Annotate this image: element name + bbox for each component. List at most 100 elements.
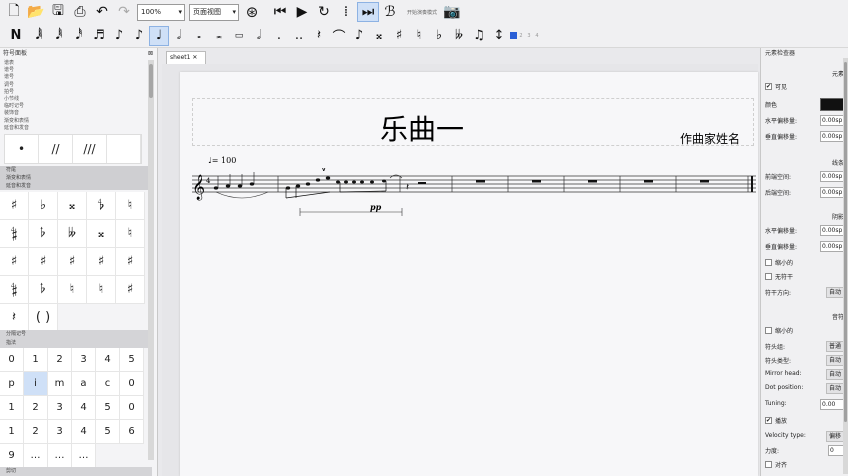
checkbox[interactable] (765, 461, 772, 468)
save-icon[interactable]: 🖫 (47, 2, 69, 22)
double-dot-icon[interactable]: .. (289, 26, 309, 46)
double-flat-icon[interactable]: 𝄫 (449, 26, 469, 46)
duration-32nd-icon[interactable]: 𝅘𝅥𝅰 (69, 26, 89, 46)
flat-icon[interactable]: ♭ (429, 26, 449, 46)
accidental-cell[interactable]: ♮ (116, 192, 145, 220)
fingering-cell[interactable]: i (24, 372, 48, 396)
dynamic-marking[interactable]: pp (370, 202, 382, 212)
duration-quarter-icon[interactable]: ♩ (149, 25, 169, 46)
no-stem-checkbox-row[interactable]: 无符干 (765, 272, 793, 281)
accidental-cell[interactable]: 𝄪 (58, 192, 87, 220)
color-swatch[interactable] (820, 98, 844, 111)
pan-icon[interactable]: ⁞ (335, 2, 357, 22)
voice-3-icon[interactable]: 3 (525, 26, 533, 46)
voice-2-icon[interactable]: 2 (517, 26, 525, 46)
fingering-cell[interactable]: c (96, 372, 120, 396)
palette-category[interactable]: 拍号 (4, 89, 157, 96)
double-sharp-icon[interactable]: 𝄪 (369, 26, 389, 46)
group-header[interactable]: 渐变和表情 (0, 174, 152, 182)
palette-category[interactable]: 谱表 (4, 60, 157, 67)
print-icon[interactable]: ⎙ (69, 2, 91, 22)
head-group-button[interactable]: 普通 (825, 341, 844, 352)
fingering-cell[interactable]: 9 (0, 444, 24, 468)
fingering-cell[interactable]: 4 (96, 348, 120, 372)
fingering-cell[interactable]: 4 (72, 420, 96, 444)
fingering-cell[interactable]: 1 (0, 396, 24, 420)
palette-category[interactable]: 谱号 (4, 74, 157, 81)
open-file-icon[interactable]: 📂 (25, 2, 47, 22)
duration-half-icon[interactable]: 𝅗𝅥 (169, 26, 189, 46)
score-page[interactable]: 乐曲一 作曲家姓名 ♩= 100 𝄞 4 V 𝄽 pp (180, 72, 758, 476)
palette-cell[interactable]: • (5, 135, 39, 163)
scrollbar-thumb[interactable] (844, 62, 847, 422)
accidental-cell[interactable]: ♯ (116, 248, 145, 276)
scrollbar-thumb[interactable] (149, 64, 153, 98)
loop-icon[interactable]: ↻ (313, 2, 335, 22)
palette-scrollbar[interactable] (148, 60, 154, 460)
fingering-cell[interactable]: p (0, 372, 24, 396)
accidental-cell[interactable]: ♮ (58, 276, 87, 304)
view-mode-select[interactable]: 页面视图 ▾ (189, 3, 239, 21)
mirror-head-button[interactable]: 自动 (825, 369, 844, 380)
accidental-cell[interactable]: ♮ (87, 276, 116, 304)
fingering-cell[interactable]: 0 (120, 396, 144, 420)
palette-category[interactable]: 调号 (4, 82, 157, 89)
stem-direction-button[interactable]: 自动 (825, 287, 844, 298)
fingering-cell[interactable]: 1 (0, 420, 24, 444)
visible-checkbox-row[interactable]: ✔ 可见 (765, 82, 787, 91)
slur[interactable] (215, 191, 269, 199)
group-header[interactable]: 延音和发音 (0, 182, 152, 190)
tempo-marking[interactable]: ♩= 100 (208, 156, 236, 165)
play-icon[interactable]: ▶ (291, 2, 313, 22)
checkbox[interactable] (765, 327, 772, 334)
duration-8th-icon[interactable]: ♪ (109, 26, 129, 46)
fingering-cell[interactable]: a (72, 372, 96, 396)
accidental-cell[interactable]: 𝄲 (0, 276, 29, 304)
score-composer[interactable]: 作曲家姓名 (680, 130, 740, 147)
section-bar[interactable]: 分隔记号 (0, 330, 152, 339)
accidental-cell[interactable]: ♭ (29, 192, 58, 220)
close-icon[interactable]: ✕ (192, 54, 197, 61)
voice-1-icon[interactable] (509, 26, 517, 46)
new-file-icon[interactable]: 🗋 (3, 2, 25, 22)
fingering-cell[interactable]: 0 (0, 348, 24, 372)
fingering-cell[interactable]: … (24, 444, 48, 468)
fingering-cell[interactable]: 3 (48, 396, 72, 420)
slur-icon[interactable]: ♪ (349, 26, 369, 46)
metronome-icon[interactable]: ⊛ (241, 2, 263, 22)
accidental-cell[interactable]: ♯ (58, 248, 87, 276)
head-type-button[interactable]: 自动 (825, 355, 844, 366)
accidental-cell[interactable]: 𝄪 (87, 220, 116, 248)
duration-16th-icon[interactable]: ♬ (89, 26, 109, 46)
fingering-cell[interactable]: 3 (48, 420, 72, 444)
accidental-cell[interactable]: 𝄫 (58, 220, 87, 248)
redo-icon[interactable]: ↷ (113, 2, 135, 22)
palette-cell[interactable]: /// (73, 135, 107, 163)
tab-sheet1[interactable]: sheet1 ✕ (166, 51, 206, 64)
duration-longa-icon[interactable]: ▭ (229, 26, 249, 46)
note-input-mode-button[interactable]: N (3, 26, 29, 46)
small-checkbox-row[interactable]: 缩小的 (765, 258, 793, 267)
undo-icon[interactable]: ↶ (91, 2, 113, 22)
fingering-cell[interactable]: 3 (72, 348, 96, 372)
fingering-cell[interactable]: 1 (24, 348, 48, 372)
velocity-type-button[interactable]: 偏移 (825, 431, 844, 442)
voice-4-icon[interactable]: 4 (533, 26, 541, 46)
small-head-checkbox-row[interactable]: 缩小的 (765, 326, 793, 335)
palette-cell[interactable]: // (39, 135, 73, 163)
zoom-select[interactable]: 100% ▾ (137, 3, 185, 21)
natural-icon[interactable]: ♮ (409, 26, 429, 46)
fingering-cell[interactable]: … (48, 444, 72, 468)
group-header[interactable]: 符尾 (0, 166, 152, 174)
duration-breve-icon[interactable]: 𝅜 (209, 26, 229, 46)
play-checkbox-row[interactable]: ✔ 播放 (765, 416, 787, 425)
checkbox[interactable]: ✔ (765, 417, 772, 424)
screenshot-icon[interactable]: 📷 (441, 2, 463, 22)
tuplet-icon[interactable]: ♫ (469, 26, 489, 46)
checkbox[interactable] (765, 259, 772, 266)
fingering-cell[interactable]: … (72, 444, 96, 468)
palette-category[interactable]: 装饰音 (4, 110, 157, 117)
hairpin-line[interactable] (299, 208, 403, 216)
accidental-cell[interactable]: ♯ (87, 248, 116, 276)
fingering-cell[interactable]: m (48, 372, 72, 396)
